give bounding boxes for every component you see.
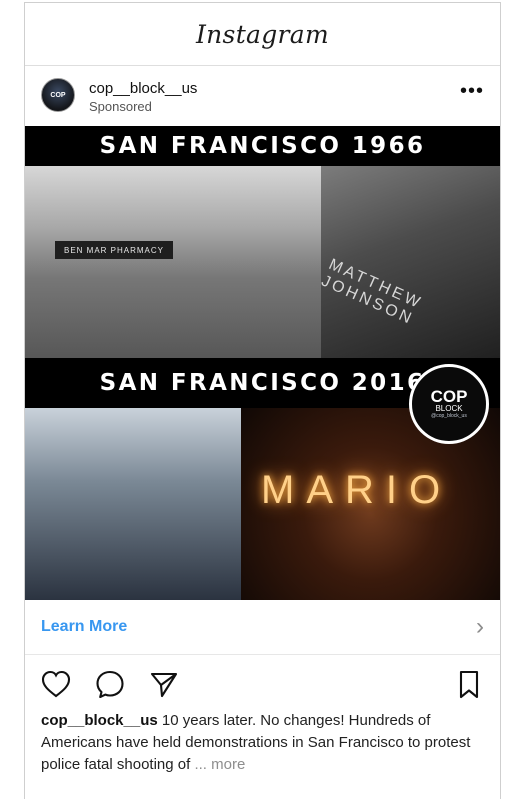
avatar-badge-text: COP (50, 91, 66, 99)
comment-icon[interactable] (93, 667, 127, 701)
learn-more-link[interactable]: Learn More (41, 618, 127, 636)
app-title: Instagram (195, 19, 330, 49)
more-horizontal-icon[interactable]: ••• (460, 80, 484, 103)
photo-1966-street: BEN MAR PHARMACY (25, 166, 321, 358)
avatar[interactable]: COP (41, 78, 75, 112)
chevron-right-icon[interactable]: › (476, 615, 484, 639)
heart-icon[interactable] (39, 667, 73, 701)
account-name[interactable]: cop__block__us (89, 80, 197, 97)
cop-block-badge: COP BLOCK @cop_block_us (409, 364, 489, 444)
caption-ellipsis: ... (190, 756, 207, 773)
badge-handle: @cop_block_us (431, 413, 467, 420)
photo-2016-police (25, 408, 241, 600)
candle-text: MARIO (261, 468, 453, 512)
share-icon[interactable] (147, 667, 181, 701)
post-header: COP cop__block__us Sponsored ••• (25, 66, 500, 126)
ad-image[interactable]: SAN FRANCISCO 1966 BEN MAR PHARMACY MATT… (25, 126, 500, 600)
pharmacy-sign: BEN MAR PHARMACY (55, 241, 173, 259)
caption-username[interactable]: cop__block__us (41, 712, 158, 729)
sponsored-label: Sponsored (89, 99, 152, 114)
post-actions (25, 655, 500, 708)
top-bar: Instagram (25, 3, 500, 66)
instagram-frame: Instagram COP cop__block__us Sponsored •… (24, 2, 501, 799)
caption-more-link[interactable]: more (207, 756, 245, 773)
memorial-text: MATTHEW JOHNSON (321, 256, 425, 329)
photo-1966-memorial: MATTHEW JOHNSON (321, 166, 500, 358)
post-caption: cop__block__us 10 years later. No change… (25, 708, 500, 776)
learn-more-row[interactable]: Learn More › (25, 600, 500, 655)
bookmark-icon[interactable] (452, 667, 486, 701)
badge-title: COP (430, 387, 468, 407)
banner-1966: SAN FRANCISCO 1966 (25, 126, 500, 166)
